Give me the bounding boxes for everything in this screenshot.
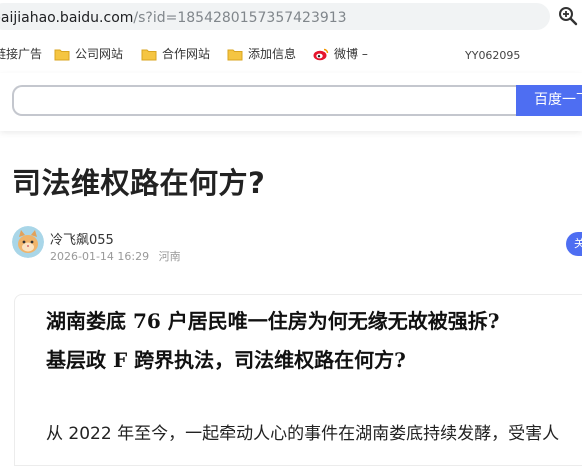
publish-location: 河南	[158, 250, 181, 263]
article-paragraph: 从 2022 年至今，一起牵动人心的事件在湖南娄底持续发酵，受害人	[46, 424, 560, 444]
article-heading-line-2: 基层政 F 跨界执法，司法维权路在何方?	[46, 348, 406, 372]
bookmark-weibo[interactable]: 微博 –	[313, 45, 368, 62]
article-heading: 湖南娄底 76 户居民唯一住房为何无缘无故被强拆? 基层政 F 跨界执法，司法维…	[46, 302, 499, 380]
bookmark-label: 添加信息	[248, 47, 297, 61]
author-name[interactable]: 冷飞飙055	[50, 229, 114, 248]
author-meta: 2026-01-14 16:29 河南	[50, 248, 187, 264]
bookmark-company-sites[interactable]: 公司网站	[54, 45, 123, 62]
url-path: /s?id=1854280157357423913	[133, 10, 347, 26]
url-host: baijiahao.baidu.com	[0, 10, 134, 26]
folder-icon	[54, 48, 70, 60]
folder-icon	[227, 48, 243, 60]
search-input[interactable]	[12, 85, 518, 116]
weibo-icon	[313, 47, 329, 61]
bookmarks-bar: 链接广告 公司网站 合作网站 添加信息 微博 – YY062095	[0, 37, 582, 67]
url-text[interactable]: baijiahao.baidu.com/s?id=185428015735742…	[0, 10, 347, 26]
bookmark-yy-label[interactable]: YY062095	[465, 49, 520, 62]
bookmark-link-ads[interactable]: 链接广告	[0, 45, 42, 62]
bookmark-label: 合作网站	[162, 47, 211, 61]
search-button[interactable]: 百度一下	[516, 85, 582, 116]
bookmark-partner-sites[interactable]: 合作网站	[141, 45, 210, 62]
article-heading-line-1: 湖南娄底 76 户居民唯一住房为何无缘无故被强拆?	[46, 309, 500, 333]
zoom-in-icon[interactable]	[558, 6, 578, 26]
url-field[interactable]: baijiahao.baidu.com/s?id=185428015735742…	[0, 3, 550, 30]
folder-icon	[141, 48, 157, 60]
bookmark-label: 链接广告	[0, 47, 43, 61]
article-title: 司法维权路在何方?	[12, 166, 266, 200]
bookmark-label: 公司网站	[75, 47, 124, 61]
follow-button[interactable]: 关注	[566, 232, 582, 256]
avatar[interactable]	[12, 226, 44, 258]
bookmark-add-info[interactable]: 添加信息	[227, 45, 296, 62]
bookmark-label: 微博 –	[334, 47, 368, 61]
search-header: 百度一下	[0, 73, 582, 131]
publish-date: 2026-01-14 16:29	[50, 250, 150, 263]
address-bar[interactable]: baijiahao.baidu.com/s?id=185428015735742…	[0, 0, 582, 33]
